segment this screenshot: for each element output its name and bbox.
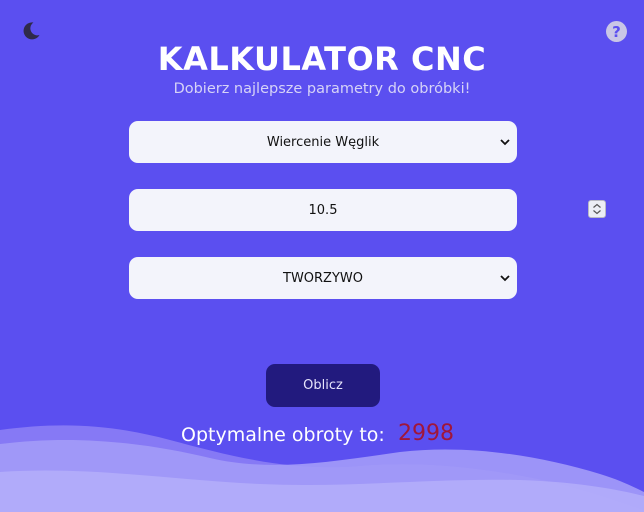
moon-icon <box>23 22 40 40</box>
calculate-button[interactable]: Oblicz <box>266 364 380 407</box>
result-label: Optymalne obroty to: <box>181 424 385 446</box>
number-spinner[interactable] <box>588 200 606 218</box>
page-title: KALKULATOR CNC <box>157 40 487 78</box>
diameter-input-value: 10.5 <box>308 202 338 218</box>
operation-select-value: Wiercenie Węglik <box>266 134 380 150</box>
dark-mode-toggle[interactable] <box>20 20 42 42</box>
operation-select[interactable]: Wiercenie Węglik <box>129 121 517 163</box>
material-select-value: TWORZYWO <box>283 270 363 286</box>
chevron-down-icon <box>500 139 510 146</box>
spinner-arrows-icon <box>593 203 601 215</box>
question-mark-icon: ? <box>612 22 621 41</box>
diameter-input[interactable]: 10.5 <box>129 189 606 231</box>
result-value: 2998 <box>398 421 454 446</box>
material-select[interactable]: TWORZYWO <box>129 257 517 299</box>
help-button[interactable]: ? <box>606 21 627 42</box>
chevron-down-icon <box>500 275 510 282</box>
page-subtitle: Dobierz najlepsze parametry do obróbki! <box>173 81 471 97</box>
